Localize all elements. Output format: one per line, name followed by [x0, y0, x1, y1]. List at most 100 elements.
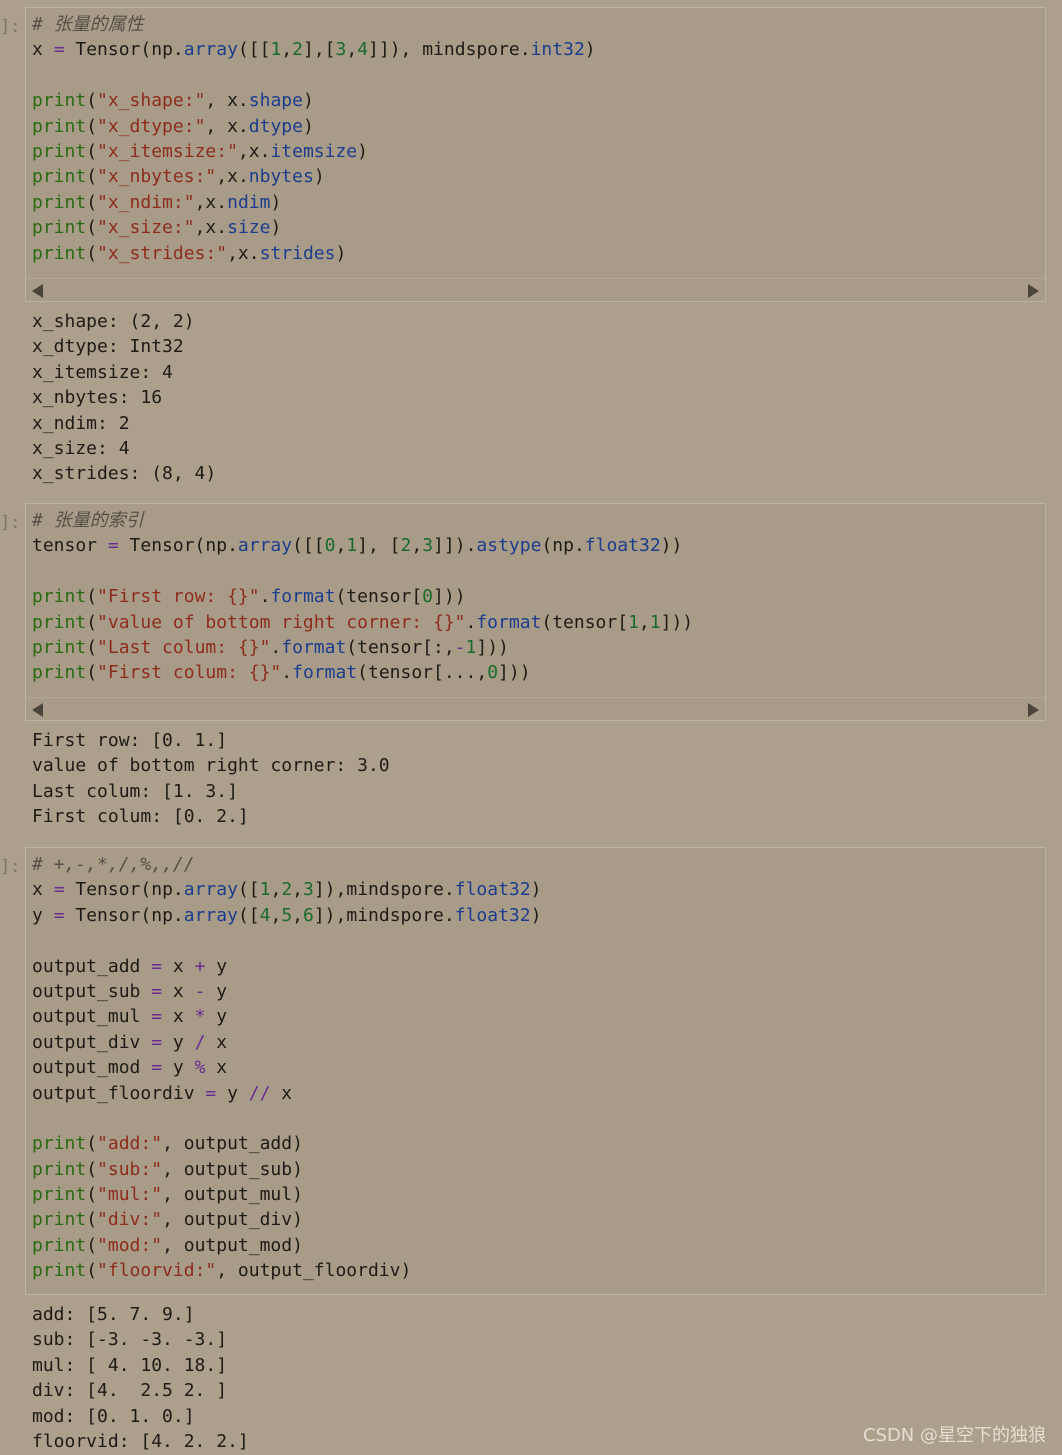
code-line: # 张量的属性	[32, 12, 1045, 37]
operator-token: =	[53, 879, 65, 901]
keyword-token: print	[32, 115, 87, 137]
code-token: ([	[237, 904, 260, 926]
code-token: ]),mindspore	[313, 879, 444, 901]
code-line: print("Last colum: {}".format(tensor[:,-…	[32, 635, 1045, 660]
keyword-token: print	[32, 242, 87, 264]
code-line: # 张量的索引	[32, 508, 1045, 533]
attribute-token: int32	[530, 39, 585, 61]
code-line: print("mul:", output_mul)	[32, 1182, 1045, 1207]
code-line: output_div = y / x	[32, 1030, 1045, 1055]
output-line: floorvid: [4. 2. 2.]	[32, 1430, 249, 1452]
horizontal-scrollbar[interactable]	[26, 697, 1045, 720]
operator-token: -	[194, 980, 206, 1002]
code-input[interactable]: # 张量的索引 tensor = Tensor(np.array([[0,1], …	[25, 503, 1046, 721]
attribute-token: array	[183, 879, 238, 901]
code-line: tensor = Tensor(np.array([[0,1], [2,3]])…	[32, 533, 1045, 558]
code-line: print("x_ndim:",x.ndim)	[32, 190, 1045, 215]
code-line: print("floorvid:", output_floordiv)	[32, 1258, 1045, 1283]
number-token: 2	[281, 879, 293, 901]
code-token: (	[86, 662, 98, 684]
code-editor[interactable]: # 张量的属性 x = Tensor(np.array([[1,2],[3,4]]…	[26, 8, 1045, 266]
code-input[interactable]: # 张量的属性 x = Tensor(np.array([[1,2],[3,4]]…	[25, 7, 1046, 302]
keyword-token: print	[32, 90, 87, 112]
code-token: ,x	[194, 217, 217, 239]
operator-token: %	[194, 1057, 206, 1079]
code-token: )	[335, 242, 347, 264]
code-input[interactable]: # +,-,*,/,%,,//x = Tensor(np.array([1,2,…	[25, 847, 1046, 1295]
output-line: x_dtype: Int32	[32, 336, 184, 358]
operator-token: /	[194, 1031, 206, 1053]
code-token: (tensor[	[541, 611, 629, 633]
number-token: 1	[259, 879, 271, 901]
string-token: "mod:"	[97, 1234, 163, 1256]
attribute-token: float32	[584, 535, 661, 557]
code-token: .	[237, 115, 249, 137]
code-token: (	[86, 1209, 98, 1231]
scroll-left-icon[interactable]	[32, 703, 43, 717]
number-token: 0	[324, 535, 336, 557]
attribute-token: array	[237, 535, 293, 557]
code-token: Tensor(np	[118, 535, 228, 557]
string-token: "x_itemsize:"	[97, 140, 238, 162]
output-line: x_itemsize: 4	[32, 361, 173, 383]
code-token: x	[205, 1031, 228, 1053]
code-token: x	[32, 39, 54, 61]
operator-token: =	[151, 1006, 163, 1028]
code-line: print("x_itemsize:",x.itemsize)	[32, 139, 1045, 164]
code-token: x	[162, 980, 195, 1002]
code-line: # +,-,*,/,%,,//	[32, 852, 1045, 877]
code-token: y	[162, 1031, 195, 1053]
code-token: output_div	[32, 1031, 152, 1053]
code-token: (	[86, 1133, 98, 1155]
operator-token: =	[151, 955, 163, 977]
watermark: CSDN @星空下的独狼	[862, 1425, 1046, 1446]
code-line: print("x_dtype:", x.dtype)	[32, 114, 1045, 139]
code-token: x	[162, 955, 195, 977]
number-token: 3	[422, 535, 434, 557]
code-line: print("First row: {}".format(tensor[0]))	[32, 584, 1045, 609]
code-token: ]))	[660, 611, 694, 633]
scroll-right-icon[interactable]	[1028, 284, 1039, 298]
code-token: ]))	[498, 662, 531, 684]
code-token: (	[86, 1158, 98, 1180]
string-token: "x_dtype:"	[97, 115, 206, 137]
code-line: print("div:", output_div)	[32, 1207, 1045, 1232]
output-line: value of bottom right corner: 3.0	[32, 755, 390, 777]
code-token: x	[205, 1057, 228, 1079]
code-token: .	[237, 166, 249, 188]
code-token: (	[86, 1260, 98, 1282]
code-token: ))	[660, 535, 683, 557]
code-token: ,	[476, 662, 488, 684]
keyword-token: print	[32, 166, 87, 188]
code-token: Tensor(np	[64, 39, 173, 61]
code-token: output_sub	[32, 980, 152, 1002]
code-line: output_mul = x * y	[32, 1004, 1045, 1029]
attribute-token: format	[281, 636, 347, 658]
output-line: x_shape: (2, 2)	[32, 311, 195, 332]
code-editor[interactable]: # +,-,*,/,%,,//x = Tensor(np.array([1,2,…	[26, 848, 1045, 1284]
string-token: "First row: {}"	[97, 586, 260, 608]
attribute-token: format	[270, 586, 336, 608]
code-token: y	[32, 904, 54, 926]
code-token: )	[270, 217, 282, 239]
code-token: , output_floordiv)	[216, 1260, 412, 1282]
code-token: ,	[270, 904, 282, 926]
keyword-token: print	[32, 611, 87, 633]
horizontal-scrollbar[interactable]	[26, 278, 1045, 301]
output-line: Last colum: [1. 3.]	[32, 780, 238, 802]
code-token: ...	[443, 662, 477, 684]
scroll-left-icon[interactable]	[32, 284, 43, 298]
output-line: x_strides: (8, 4)	[32, 463, 217, 485]
code-token: (tensor[	[357, 662, 444, 684]
code-token: ]))	[433, 586, 466, 608]
scroll-right-icon[interactable]	[1028, 703, 1039, 717]
code-token: .	[172, 879, 184, 901]
code-token: )	[584, 39, 596, 61]
operator-token: *	[194, 1006, 206, 1028]
code-token: output_mod	[32, 1057, 152, 1079]
string-token: "mul:"	[97, 1184, 163, 1206]
code-line: output_sub = x - y	[32, 979, 1045, 1004]
code-editor[interactable]: # 张量的索引 tensor = Tensor(np.array([[0,1], …	[26, 504, 1045, 686]
attribute-token: float32	[454, 904, 531, 926]
number-token: 1	[465, 636, 477, 658]
